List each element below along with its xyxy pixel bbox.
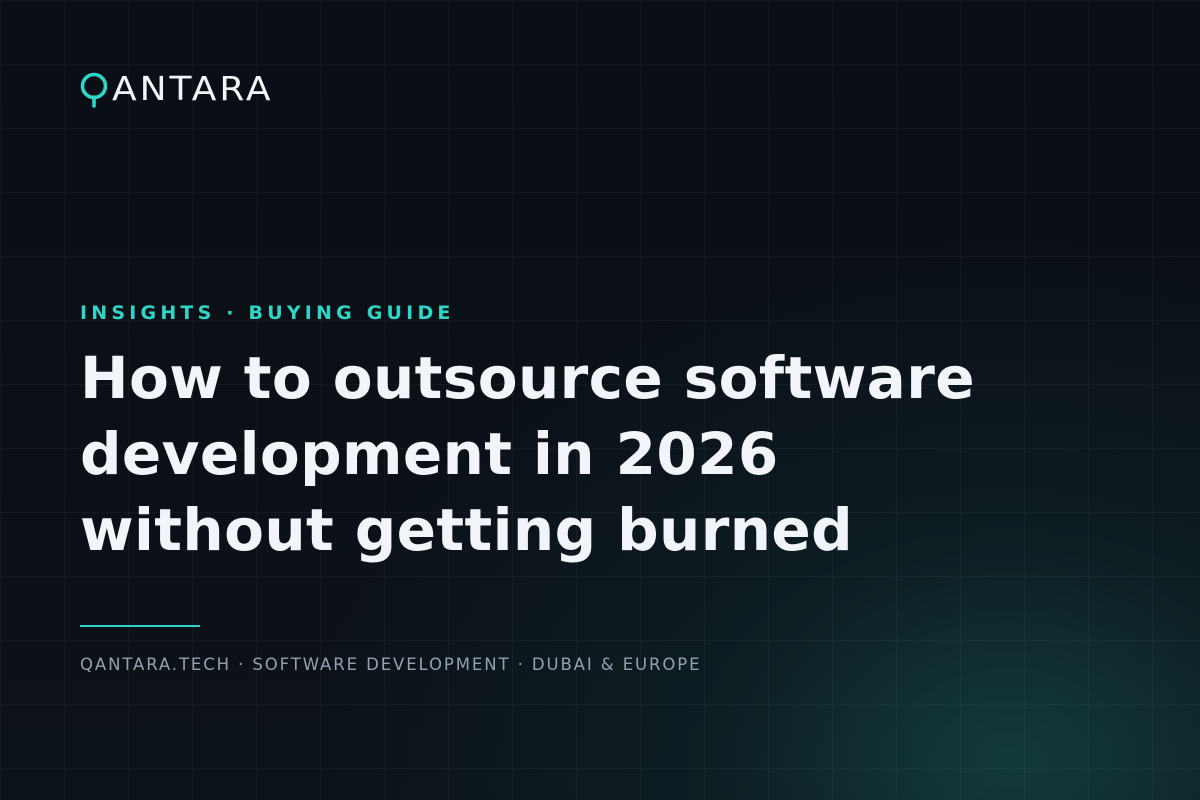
headline-line: How to outsource software: [80, 344, 975, 412]
headline-line: without getting burned: [80, 496, 854, 564]
q-ring-icon: [80, 72, 108, 108]
category-eyebrow: INSIGHTS · BUYING GUIDE: [80, 302, 455, 324]
headline-line: development in 2026: [80, 420, 779, 488]
site-tagline: QANTARA.TECH · SOFTWARE DEVELOPMENT · DU…: [80, 655, 702, 674]
article-headline: How to outsource software development in…: [80, 340, 1140, 568]
brand-wordmark: ANTARA: [112, 70, 274, 109]
accent-divider: [80, 625, 200, 627]
hero-card: ANTARA INSIGHTS · BUYING GUIDE How to ou…: [0, 0, 1200, 800]
brand-logo[interactable]: ANTARA: [80, 70, 274, 110]
